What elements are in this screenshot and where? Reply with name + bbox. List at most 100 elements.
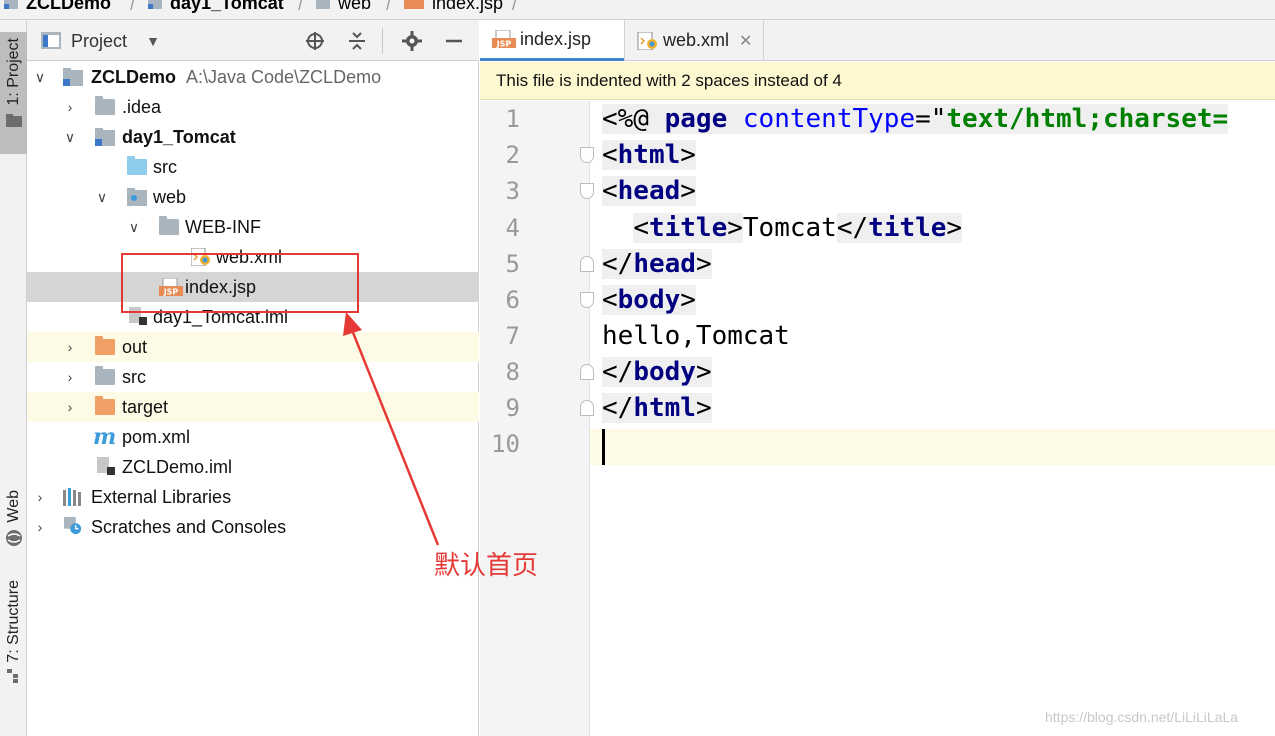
ide-window: ZCLDemo / day1_Tomcat / web / index.jsp … bbox=[0, 0, 1275, 736]
gear-icon[interactable] bbox=[402, 31, 422, 51]
module-icon bbox=[148, 0, 162, 9]
collapse-all-icon[interactable] bbox=[347, 31, 367, 51]
chevron-right-icon[interactable]: › bbox=[63, 369, 77, 385]
tree-item-label: External Libraries bbox=[91, 486, 232, 507]
line-number: 2 bbox=[505, 141, 520, 169]
breadcrumb-separator: / bbox=[130, 0, 136, 14]
line-number: 5 bbox=[505, 250, 520, 278]
tab-web-tool[interactable]: Web bbox=[0, 490, 27, 560]
project-panel: Project ▼ ∨ ZCLDemoA:\Java Code\ZCLDemo bbox=[27, 20, 479, 736]
text-caret bbox=[602, 429, 605, 465]
line-number: 8 bbox=[505, 358, 520, 386]
code-line: <html> bbox=[602, 140, 696, 170]
watermark: https://blog.csdn.net/LiLiLiLaLa bbox=[1045, 709, 1239, 725]
editor-area: JSP index.jsp web.xml ✕ This file is ind… bbox=[480, 20, 1275, 736]
tab-label: index.jsp bbox=[520, 28, 592, 49]
breadcrumb-separator: / bbox=[298, 0, 304, 14]
chevron-right-icon[interactable]: › bbox=[63, 339, 77, 355]
breadcrumb-file[interactable]: index.jsp bbox=[404, 0, 503, 14]
tree-item-scratches[interactable]: › Scratches and Consoles bbox=[27, 512, 479, 542]
code-line: <head> bbox=[602, 176, 696, 206]
chevron-down-icon[interactable]: ▼ bbox=[143, 31, 163, 51]
libraries-icon bbox=[63, 488, 81, 506]
tree-item-zcldemo-iml[interactable]: ZCLDemo.iml bbox=[27, 452, 479, 482]
code-line: <%@ page contentType="text/html;charset= bbox=[602, 104, 1229, 134]
jsp-file-icon: JSP bbox=[492, 30, 516, 48]
breadcrumb-label: day1_Tomcat bbox=[170, 0, 284, 13]
chevron-down-icon[interactable]: ∨ bbox=[33, 69, 47, 85]
breadcrumb-label: index.jsp bbox=[432, 0, 504, 13]
web-tool-label: Web bbox=[4, 490, 22, 523]
tree-item-label: WEB-INF bbox=[185, 216, 261, 237]
line-number: 9 bbox=[505, 394, 520, 422]
tab-project-tool[interactable]: 1: Project bbox=[0, 32, 27, 154]
iml-file-icon bbox=[97, 457, 115, 475]
code-content[interactable]: <%@ page contentType="text/html;charset=… bbox=[590, 101, 1275, 736]
breadcrumb-project[interactable]: ZCLDemo bbox=[4, 0, 111, 14]
folder-icon bbox=[159, 216, 179, 235]
tree-item-web-inf[interactable]: ∨ WEB-INF bbox=[27, 212, 479, 242]
chevron-down-icon[interactable]: ∨ bbox=[127, 219, 141, 235]
tree-item-web[interactable]: ∨ web bbox=[27, 182, 479, 212]
tree-item-out[interactable]: › out bbox=[27, 332, 479, 362]
xml-file-icon bbox=[637, 31, 657, 50]
close-icon[interactable]: ✕ bbox=[739, 31, 752, 51]
minimize-icon[interactable] bbox=[444, 31, 464, 51]
module-icon bbox=[4, 0, 18, 9]
tree-item-idea[interactable]: › .idea bbox=[27, 92, 479, 122]
line-number: 7 bbox=[505, 322, 520, 350]
tab-label: web.xml bbox=[663, 30, 730, 50]
code-line: </html> bbox=[602, 393, 712, 423]
jsp-file-icon bbox=[404, 0, 424, 9]
folder-icon bbox=[316, 0, 330, 9]
chevron-down-icon[interactable]: ∨ bbox=[95, 189, 109, 205]
line-number: 1 bbox=[505, 105, 520, 133]
globe-icon bbox=[5, 529, 22, 546]
chevron-down-icon[interactable]: ∨ bbox=[63, 129, 77, 145]
tab-web-xml[interactable]: web.xml ✕ bbox=[624, 20, 764, 61]
chevron-right-icon[interactable]: › bbox=[63, 99, 77, 115]
tab-index-jsp[interactable]: JSP index.jsp bbox=[480, 20, 624, 61]
line-number: 3 bbox=[505, 177, 520, 205]
project-path: A:\Java Code\ZCLDemo bbox=[186, 66, 382, 87]
tree-item-zcldemo[interactable]: ∨ ZCLDemo A:\Java Code\ZCLDemo bbox=[27, 62, 479, 92]
chevron-right-icon[interactable]: › bbox=[63, 399, 77, 415]
line-number: 6 bbox=[505, 286, 520, 314]
tree-item-external-libraries[interactable]: › External Libraries bbox=[27, 482, 479, 512]
indent-notice-text: This file is indented with 2 spaces inst… bbox=[496, 70, 842, 90]
tree-item-pom-xml[interactable]: m pom.xml bbox=[27, 422, 479, 452]
tree-item-target[interactable]: › target bbox=[27, 392, 479, 422]
editor-gutter: 1 2 3 4 5 6 7 8 9 10 bbox=[480, 101, 594, 736]
folder-icon bbox=[95, 96, 115, 115]
tab-structure-tool[interactable]: 7: Structure bbox=[0, 580, 27, 710]
maven-icon: m bbox=[93, 424, 117, 450]
breadcrumb-module[interactable]: day1_Tomcat bbox=[148, 0, 284, 14]
module-icon bbox=[95, 128, 115, 146]
code-line: </head> bbox=[602, 249, 712, 279]
locate-icon[interactable] bbox=[305, 31, 325, 51]
code-line: <title>Tomcat</title> bbox=[633, 213, 963, 243]
line-number: 10 bbox=[491, 430, 520, 458]
tree-item-label: src bbox=[153, 156, 177, 177]
excluded-folder-icon bbox=[95, 396, 115, 415]
tree-item-label: src bbox=[122, 366, 146, 387]
chevron-right-icon[interactable]: › bbox=[33, 489, 47, 505]
source-folder-icon bbox=[127, 156, 147, 175]
highlight-box bbox=[121, 253, 359, 313]
folder-icon bbox=[95, 366, 115, 385]
project-panel-title[interactable]: Project bbox=[71, 31, 127, 52]
tree-item-label: pom.xml bbox=[122, 426, 191, 447]
chevron-right-icon[interactable]: › bbox=[33, 519, 47, 535]
tree-item-label: out bbox=[122, 336, 148, 357]
breadcrumb: ZCLDemo / day1_Tomcat / web / index.jsp … bbox=[0, 0, 1275, 20]
tree-item-label: target bbox=[122, 396, 169, 417]
tree-item-src[interactable]: src bbox=[27, 152, 479, 182]
tree-item-src-root[interactable]: › src bbox=[27, 362, 479, 392]
header-divider bbox=[382, 28, 383, 54]
excluded-folder-icon bbox=[95, 336, 115, 355]
line-number: 4 bbox=[505, 214, 520, 242]
breadcrumb-folder[interactable]: web bbox=[316, 0, 371, 14]
tree-item-day1-tomcat[interactable]: ∨ day1_Tomcat bbox=[27, 122, 479, 152]
editor-tabs: JSP index.jsp web.xml ✕ bbox=[480, 20, 1275, 61]
tree-item-label: Scratches and Consoles bbox=[91, 516, 287, 537]
